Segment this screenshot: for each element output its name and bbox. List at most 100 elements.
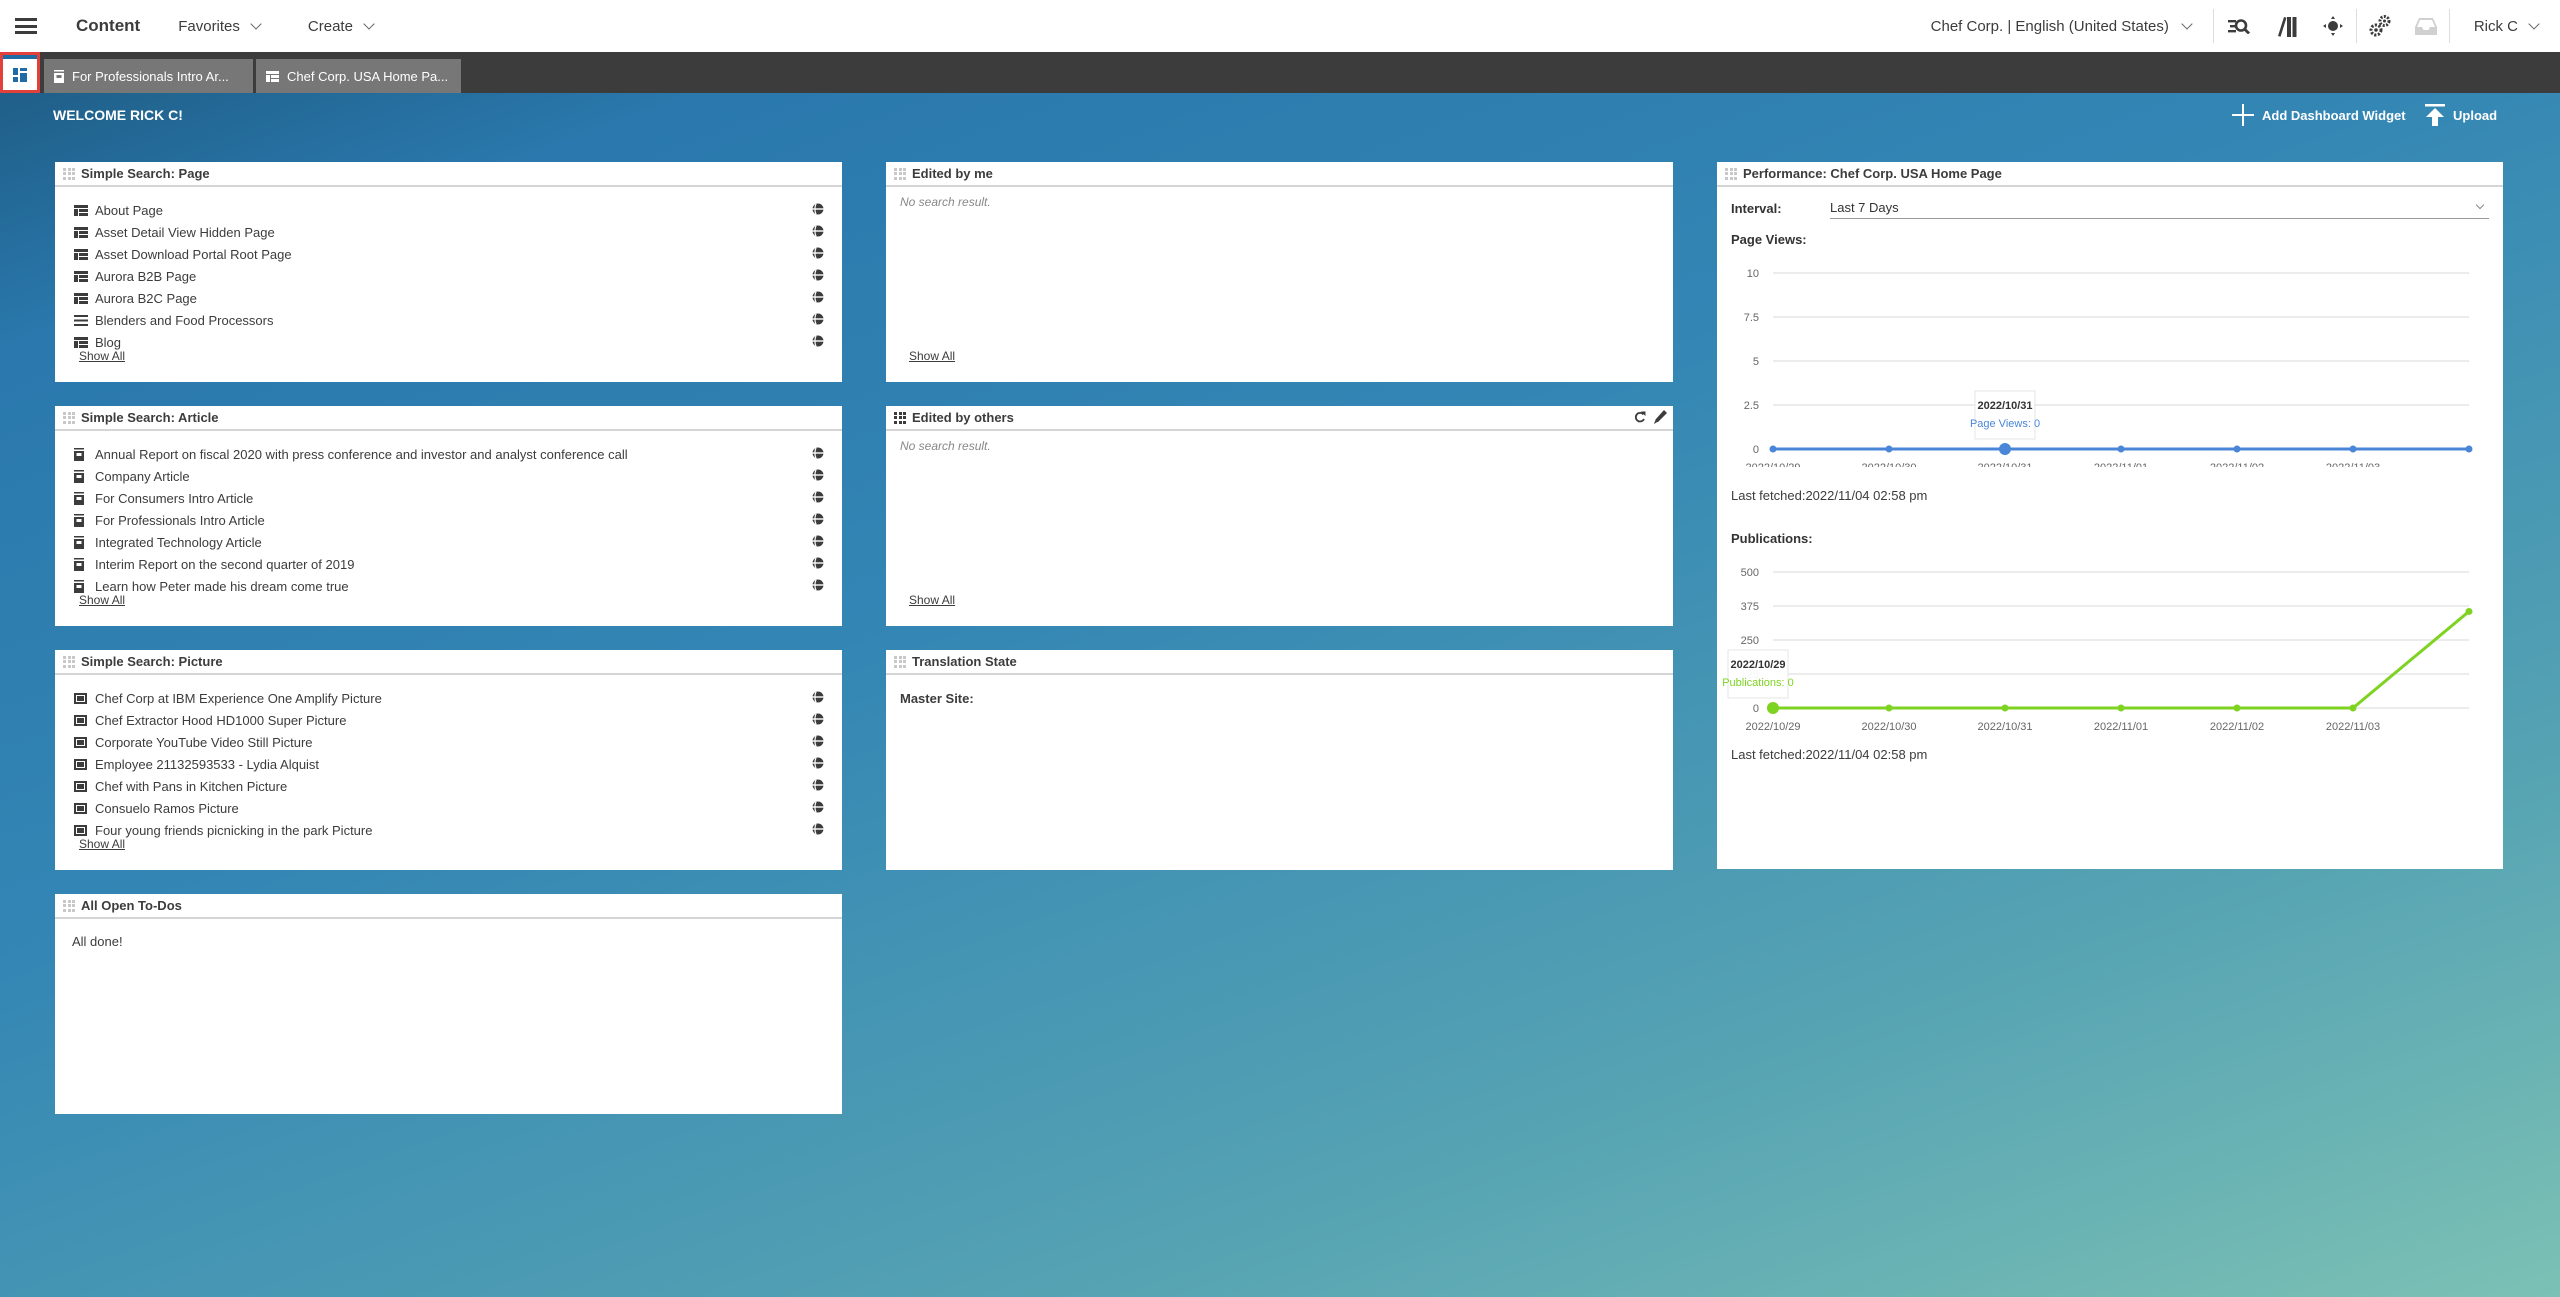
tab-page[interactable]: Chef Corp. USA Home Pa... [256, 59, 461, 93]
refresh-button[interactable] [1634, 410, 1646, 424]
globe-icon[interactable] [812, 579, 824, 591]
globe-icon[interactable] [812, 203, 824, 215]
drag-handle-icon[interactable] [63, 899, 75, 912]
edit-button[interactable] [1654, 410, 1667, 424]
settings-button[interactable] [2357, 0, 2403, 52]
globe-icon[interactable] [812, 713, 824, 725]
globe-icon[interactable] [812, 291, 824, 303]
drag-handle-icon[interactable] [894, 655, 906, 668]
site-selector[interactable]: Chef Corp. | English (United States) [1931, 18, 2213, 35]
show-all-link[interactable]: Show All [79, 837, 125, 851]
data-point [1769, 445, 1777, 453]
list-item-label: Aurora B2C Page [95, 290, 197, 306]
widget-open-todos: All Open To-Dos All done! [55, 894, 842, 1114]
globe-icon[interactable] [812, 313, 824, 325]
drag-handle-icon[interactable] [63, 411, 75, 424]
list-item[interactable]: Aurora B2C Page [74, 287, 824, 309]
user-menu[interactable]: Rick C [2450, 18, 2560, 35]
hamburger-menu-button[interactable] [0, 0, 52, 52]
globe-icon[interactable] [812, 513, 824, 525]
picture-icon [74, 692, 88, 704]
globe-icon[interactable] [812, 491, 824, 503]
show-all-link[interactable]: Show All [79, 593, 125, 607]
globe-icon[interactable] [812, 469, 824, 481]
list-item[interactable]: Asset Download Portal Root Page [74, 243, 824, 265]
data-point [1999, 443, 2011, 455]
show-all-link[interactable]: Show All [909, 593, 955, 607]
publications-chart: 01252503755002022/10/292022/10/302022/10… [1722, 567, 2473, 733]
globe-icon[interactable] [812, 801, 824, 813]
show-all-link[interactable]: Show All [909, 349, 955, 363]
publications-last-fetched: Last fetched:2022/11/04 02:58 pm [1731, 747, 1928, 762]
x-tick-label: 2022/10/31 [1977, 721, 2032, 733]
widget-title: Simple Search: Article [81, 410, 219, 425]
list-item-label: Integrated Technology Article [95, 534, 262, 550]
list-item[interactable]: Chef with Pans in Kitchen Picture [74, 775, 824, 797]
widget-body: No search result. [886, 431, 1673, 461]
list-item[interactable]: Asset Detail View Hidden Page [74, 221, 824, 243]
add-dashboard-widget-button[interactable]: Add Dashboard Widget [2232, 101, 2406, 129]
globe-icon[interactable] [812, 823, 824, 835]
chevron-down-icon [363, 17, 375, 30]
list-item[interactable]: About Page [74, 199, 824, 221]
y-tick-label: 5 [1753, 356, 1759, 368]
list-item-label: Corporate YouTube Video Still Picture [95, 734, 313, 750]
list-item[interactable]: Company Article [74, 465, 824, 487]
list-item[interactable]: For Consumers Intro Article [74, 487, 824, 509]
control-room-button[interactable] [2310, 0, 2356, 52]
top-header: Content Favorites Create Chef Corp. | En… [0, 0, 2560, 52]
globe-icon[interactable] [812, 557, 824, 569]
upload-button[interactable]: Upload [2425, 101, 2497, 129]
y-tick-label: 7.5 [1744, 312, 1759, 324]
globe-icon[interactable] [812, 535, 824, 547]
globe-icon[interactable] [812, 691, 824, 703]
interval-row: Interval: Last 7 Days [1731, 197, 2489, 219]
globe-icon[interactable] [812, 779, 824, 791]
widget-header: Edited by others [886, 406, 1673, 431]
list-item[interactable]: Integrated Technology Article [74, 531, 824, 553]
list-item[interactable]: Corporate YouTube Video Still Picture [74, 731, 824, 753]
list-item[interactable]: Employee 21132593533 - Lydia Alquist [74, 753, 824, 775]
list-item[interactable]: Consuelo Ramos Picture [74, 797, 824, 819]
drag-handle-icon[interactable] [1725, 167, 1737, 180]
library-button[interactable] [2264, 0, 2310, 52]
favorites-menu[interactable]: Favorites [178, 17, 262, 35]
create-menu[interactable]: Create [308, 17, 375, 35]
list-item-label: Asset Detail View Hidden Page [95, 224, 275, 240]
upload-icon [2425, 104, 2445, 126]
list-item[interactable]: Aurora B2B Page [74, 265, 824, 287]
article-icon [74, 557, 88, 571]
data-point [2117, 445, 2125, 453]
tab-dashboard[interactable] [0, 52, 40, 93]
favorites-menu-label: Favorites [178, 17, 240, 35]
drag-handle-icon[interactable] [63, 167, 75, 180]
drag-handle-icon[interactable] [63, 655, 75, 668]
globe-icon[interactable] [812, 269, 824, 281]
globe-icon[interactable] [812, 447, 824, 459]
app-title: Content [76, 16, 141, 35]
list-item[interactable]: Interim Report on the second quarter of … [74, 553, 824, 575]
tab-article[interactable]: For Professionals Intro Ar... [44, 59, 253, 93]
inbox-button[interactable] [2403, 0, 2449, 52]
globe-icon[interactable] [812, 247, 824, 259]
search-filter-button[interactable] [2214, 0, 2264, 52]
list-item[interactable]: Learn how Peter made his dream come true [74, 575, 824, 597]
globe-icon[interactable] [812, 757, 824, 769]
data-point [2465, 445, 2473, 453]
list-item-label: For Professionals Intro Article [95, 512, 265, 528]
list-item[interactable]: Blog [74, 331, 824, 353]
list-item[interactable]: Annual Report on fiscal 2020 with press … [74, 443, 824, 465]
interval-select[interactable]: Last 7 Days [1830, 197, 2489, 219]
globe-icon[interactable] [812, 335, 824, 347]
result-list: Chef Corp at IBM Experience One Amplify … [55, 675, 842, 841]
show-all-link[interactable]: Show All [79, 349, 125, 363]
list-item[interactable]: Blenders and Food Processors [74, 309, 824, 331]
globe-icon[interactable] [812, 735, 824, 747]
list-item[interactable]: Chef Extractor Hood HD1000 Super Picture [74, 709, 824, 731]
list-item[interactable]: For Professionals Intro Article [74, 509, 824, 531]
drag-handle-icon[interactable] [894, 411, 906, 424]
list-item[interactable]: Four young friends picnicking in the par… [74, 819, 824, 841]
globe-icon[interactable] [812, 225, 824, 237]
list-item[interactable]: Chef Corp at IBM Experience One Amplify … [74, 687, 824, 709]
drag-handle-icon[interactable] [894, 167, 906, 180]
